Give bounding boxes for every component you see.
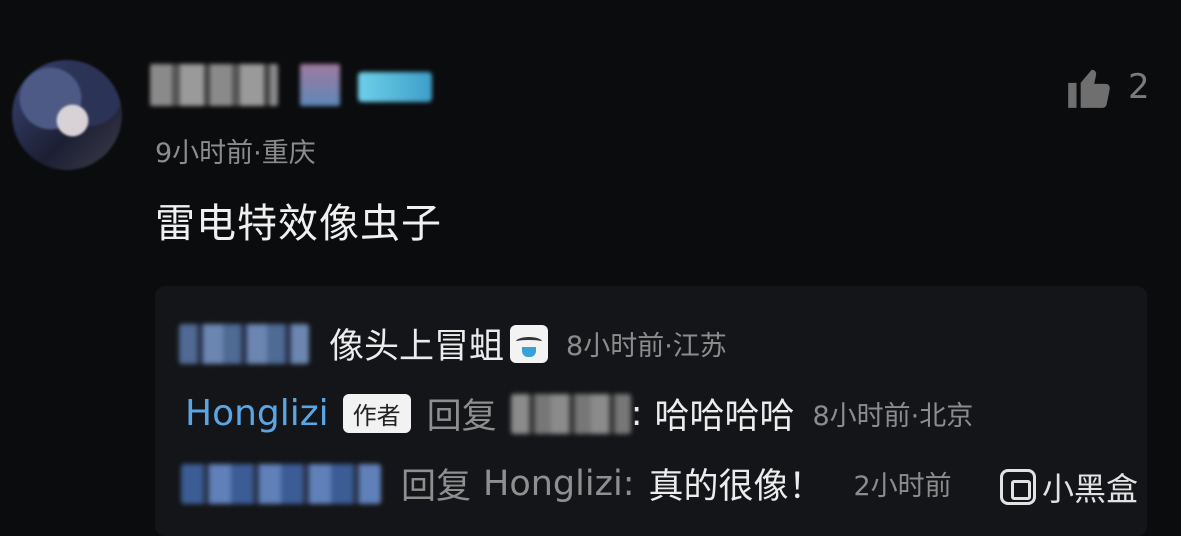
comment-text: 雷电特效像虫子 [155, 201, 442, 247]
reply-item[interactable]: 像头上冒蛆 8小时前·江苏 [179, 318, 727, 369]
reply-text: 像头上冒蛆 [329, 327, 505, 367]
reply-author-name[interactable]: Honglizi [185, 393, 329, 434]
reply-colon: : [630, 393, 643, 434]
reply-target-name[interactable]: Honglizi: [483, 464, 634, 504]
reply-time: 2小时前 [853, 471, 952, 502]
reply-time-location: 8小时前·江苏 [566, 331, 727, 362]
watermark: 小黑盒 [1000, 464, 1138, 510]
reply-target-blurred[interactable] [510, 393, 631, 434]
watermark-text: 小黑盒 [1042, 470, 1139, 508]
reply-word: 回复 [401, 467, 472, 507]
reply-text: 真的很像！ [648, 467, 824, 507]
like-count: 2 [1128, 67, 1150, 107]
reply-item[interactable]: 回复 Honglizi: 真的很像！ 2小时前 [181, 458, 952, 509]
reply-item[interactable]: Honglizi 作者 回复 : 哈哈哈哈 8小时前·北京 [185, 388, 973, 439]
user-badge-icon [358, 72, 432, 102]
reply-author-blurred[interactable] [181, 463, 381, 504]
like-button[interactable]: 2 [1064, 62, 1150, 112]
comment-avatar[interactable] [12, 60, 122, 170]
commenter-name-blurred[interactable] [150, 64, 278, 106]
user-level-icon [300, 64, 340, 106]
reply-author-blurred[interactable] [179, 323, 309, 364]
heybox-logo-icon [1000, 469, 1036, 505]
author-badge: 作者 [342, 394, 411, 433]
reply-text: 哈哈哈哈 [654, 397, 795, 437]
crying-emoji-sticker-icon [510, 324, 549, 363]
comment-time-location: 9小时前·重庆 [155, 138, 316, 169]
reply-time-location: 8小时前·北京 [812, 401, 974, 432]
thumbs-up-icon [1068, 69, 1110, 108]
reply-word: 回复 [426, 397, 497, 437]
